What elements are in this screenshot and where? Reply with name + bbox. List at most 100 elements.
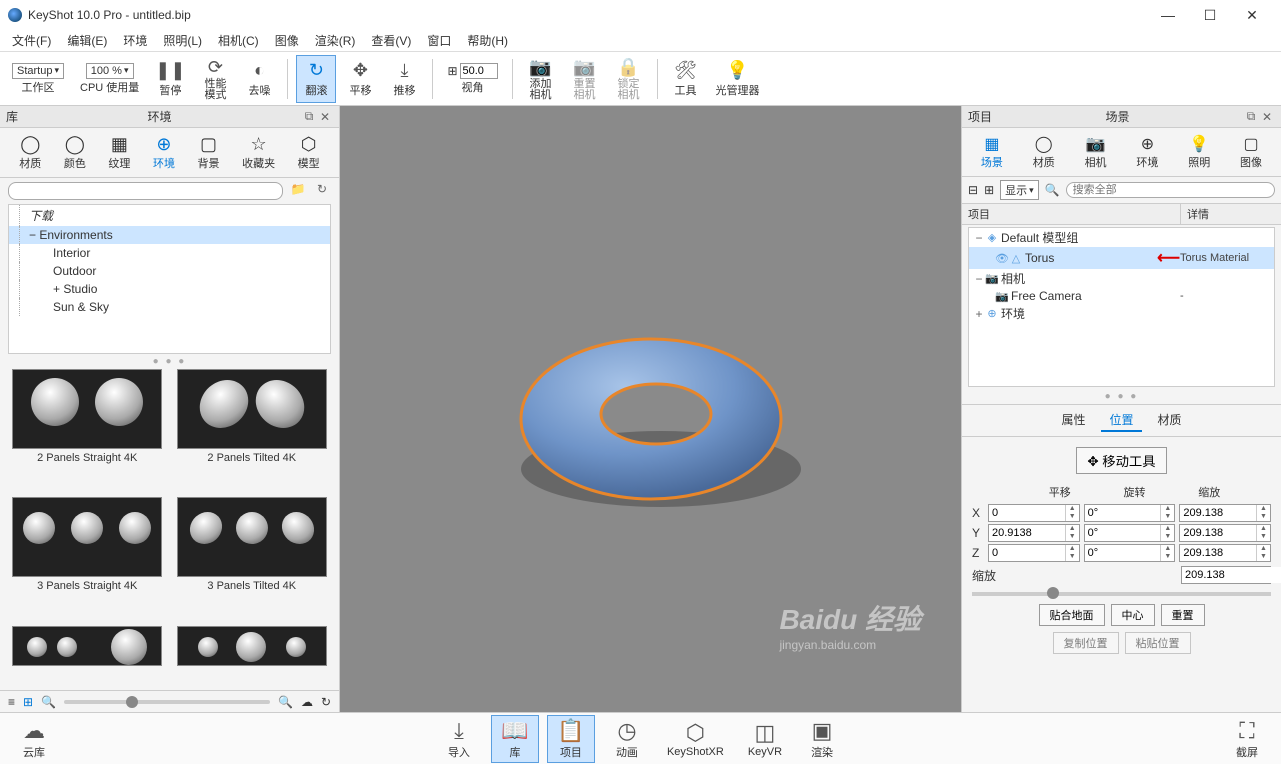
- tree-sunsky[interactable]: Sun & Sky: [9, 298, 330, 316]
- env-thumb[interactable]: 2 Panels Straight 4K: [8, 369, 167, 491]
- undock-icon[interactable]: ⧉: [301, 109, 317, 124]
- rotate-z-input[interactable]: [1085, 545, 1161, 561]
- translate-y-input[interactable]: [989, 525, 1065, 541]
- scene-row-cameras[interactable]: −📷相机: [969, 269, 1274, 288]
- spinner[interactable]: ▲▼: [1160, 525, 1174, 541]
- spinner[interactable]: ▲▼: [1256, 525, 1270, 541]
- tab-materials[interactable]: ◯材质: [13, 132, 47, 173]
- display-combo[interactable]: 显示: [1000, 180, 1039, 200]
- close-icon[interactable]: ✕: [317, 110, 333, 124]
- scene-search-input[interactable]: [1066, 182, 1275, 198]
- lock-camera-button[interactable]: 🔒 锁定 相机: [609, 55, 649, 103]
- spinner[interactable]: ▲▼: [1160, 505, 1174, 521]
- close-button[interactable]: ✕: [1231, 1, 1273, 29]
- scale-slider[interactable]: [972, 592, 1271, 596]
- reload-icon[interactable]: ↻: [321, 695, 331, 709]
- uniform-scale-input[interactable]: [1182, 567, 1281, 583]
- denoise-button[interactable]: ◐ 去噪: [239, 55, 279, 103]
- reset-button[interactable]: 重置: [1161, 604, 1205, 626]
- env-thumb[interactable]: [173, 626, 332, 690]
- tree-environments[interactable]: − Environments: [9, 226, 330, 244]
- tab-scene[interactable]: ▦场景: [977, 132, 1007, 172]
- prop-tab-position[interactable]: 位置: [1101, 409, 1141, 432]
- zoom-in-icon[interactable]: 🔍: [278, 695, 293, 709]
- pause-button[interactable]: ❚❚ 暂停: [149, 55, 191, 103]
- tree-outdoor[interactable]: Outdoor: [9, 262, 330, 280]
- keyshotxr-button[interactable]: ⬡KeyShotXR: [659, 718, 732, 760]
- torus-model[interactable]: [461, 279, 841, 539]
- env-thumb[interactable]: 3 Panels Straight 4K: [8, 497, 167, 619]
- menu-lighting[interactable]: 照明(L): [155, 30, 210, 51]
- env-thumb[interactable]: 2 Panels Tilted 4K: [173, 369, 332, 491]
- collapse-icon[interactable]: ⊟: [968, 183, 978, 197]
- eye-icon[interactable]: 👁: [995, 252, 1009, 265]
- grid-view-icon[interactable]: ⊞: [23, 695, 33, 709]
- cloud-library-button[interactable]: ☁云库: [10, 716, 58, 762]
- spinner[interactable]: ▲▼: [1256, 545, 1270, 561]
- menu-edit[interactable]: 编辑(E): [59, 30, 115, 51]
- translate-x-input[interactable]: [989, 505, 1065, 521]
- zoom-out-icon[interactable]: 🔍: [41, 695, 56, 709]
- viewport[interactable]: Baidu 经验 jingyan.baidu.com: [340, 106, 961, 712]
- spinner[interactable]: ▲▼: [1065, 545, 1079, 561]
- tab-environments[interactable]: ⊕环境: [147, 132, 181, 173]
- refresh-icon[interactable]: ↻: [313, 182, 331, 200]
- import-button[interactable]: ⤓导入: [435, 716, 483, 762]
- thumb-size-slider[interactable]: [64, 700, 270, 704]
- env-thumb[interactable]: [8, 626, 167, 690]
- scale-x-input[interactable]: [1180, 505, 1256, 521]
- tab-colors[interactable]: ◯颜色: [58, 132, 92, 173]
- snap-ground-button[interactable]: 贴合地面: [1039, 604, 1105, 626]
- tab-favorites[interactable]: ☆收藏夹: [236, 132, 281, 173]
- tab-environment[interactable]: ⊕环境: [1132, 132, 1162, 172]
- fov-input[interactable]: [460, 63, 498, 79]
- screenshot-button[interactable]: ⛶截屏: [1223, 716, 1271, 762]
- menu-render[interactable]: 渲染(R): [307, 30, 364, 51]
- scene-row-modelset[interactable]: −◈Default 模型组: [969, 228, 1274, 247]
- scale-z-input[interactable]: [1180, 545, 1256, 561]
- animation-button[interactable]: ◷动画: [603, 716, 651, 762]
- minimize-button[interactable]: —: [1147, 1, 1189, 29]
- light-manager-button[interactable]: 💡 光管理器: [710, 55, 766, 103]
- menu-env[interactable]: 环境: [115, 30, 155, 51]
- expand-icon[interactable]: ⊞: [984, 183, 994, 197]
- tree-studio[interactable]: + Studio: [9, 280, 330, 298]
- splitter-handle[interactable]: ● ● ●: [962, 389, 1281, 404]
- workspace-combo[interactable]: Startup: [12, 63, 64, 79]
- pan-button[interactable]: ✥ 平移: [340, 55, 380, 103]
- reset-camera-button[interactable]: 📷 重置 相机: [565, 55, 605, 103]
- library-button[interactable]: 📖库: [491, 715, 539, 763]
- menu-help[interactable]: 帮助(H): [459, 30, 516, 51]
- scene-row-freecam[interactable]: 📷Free Camera-: [969, 288, 1274, 304]
- undock-icon[interactable]: ⧉: [1243, 109, 1259, 124]
- tab-camera[interactable]: 📷相机: [1081, 132, 1111, 172]
- center-button[interactable]: 中心: [1111, 604, 1155, 626]
- move-tool-button[interactable]: ✥ 移动工具: [1076, 447, 1166, 474]
- tab-image[interactable]: ▢图像: [1236, 132, 1266, 172]
- rotate-y-input[interactable]: [1085, 525, 1161, 541]
- tab-lighting[interactable]: 💡照明: [1184, 132, 1214, 172]
- scene-row-env[interactable]: +⊕环境: [969, 304, 1274, 323]
- tree-interior[interactable]: Interior: [9, 244, 330, 262]
- paste-pos-button[interactable]: 粘贴位置: [1125, 632, 1191, 654]
- render-button[interactable]: ▣渲染: [798, 716, 846, 762]
- menu-image[interactable]: 图像: [267, 30, 307, 51]
- keyvr-button[interactable]: ◫KeyVR: [740, 718, 790, 760]
- perf-mode-button[interactable]: ⟳ 性能 模式: [195, 55, 235, 103]
- prop-tab-attrs[interactable]: 属性: [1053, 409, 1093, 432]
- add-camera-button[interactable]: 📷 添加 相机: [521, 55, 561, 103]
- tab-textures[interactable]: ▦纹理: [102, 132, 136, 173]
- project-button[interactable]: 📋项目: [547, 715, 595, 763]
- folder-icon[interactable]: 📁: [289, 182, 307, 200]
- scene-row-torus[interactable]: 👁△Torus⟵Torus Material: [969, 247, 1274, 269]
- spinner[interactable]: ▲▼: [1160, 545, 1174, 561]
- maximize-button[interactable]: ☐: [1189, 1, 1231, 29]
- tumble-button[interactable]: ↻ 翻滚: [296, 55, 336, 103]
- copy-pos-button[interactable]: 复制位置: [1053, 632, 1119, 654]
- dolly-button[interactable]: ⤓ 推移: [384, 55, 424, 103]
- tab-models[interactable]: ⬡模型: [292, 132, 326, 173]
- env-thumb[interactable]: 3 Panels Tilted 4K: [173, 497, 332, 619]
- menu-window[interactable]: 窗口: [419, 30, 459, 51]
- translate-z-input[interactable]: [989, 545, 1065, 561]
- prop-tab-material[interactable]: 材质: [1150, 409, 1190, 432]
